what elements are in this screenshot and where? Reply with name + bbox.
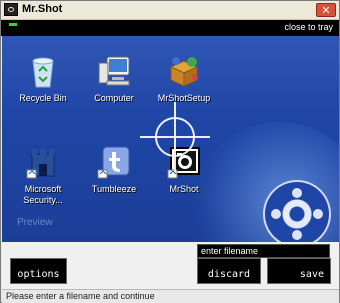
capture-crosshair[interactable] (140, 102, 210, 172)
security-icon (26, 149, 55, 179)
desktop-icon-tumbleeze: Tumbleeze (78, 144, 150, 195)
close-button[interactable]: ✕ (316, 3, 336, 17)
desktop-icon-microsoft-security: Microsoft Security... (7, 144, 79, 206)
mrshot-window: Mr.Shot ✕ close to tray Recycle Bin Comp… (0, 0, 340, 303)
recycle-bin-icon (32, 57, 54, 88)
window-title: Mr.Shot (22, 3, 63, 15)
computer-icon (98, 56, 130, 86)
tumbleeze-icon (97, 146, 130, 179)
desktop-icon-mrshotsetup: MrShotSetup (148, 53, 220, 104)
close-to-tray-link[interactable]: close to tray (284, 22, 333, 32)
app-camera-icon (4, 3, 18, 16)
installer-icon (169, 57, 199, 87)
filename-input[interactable] (197, 244, 330, 258)
screenshot-preview: Recycle Bin Computer MrShotSetup Microso… (2, 36, 339, 242)
title-bar[interactable]: Mr.Shot ✕ (1, 1, 339, 20)
status-led-icon (9, 23, 17, 26)
preview-label: Preview (17, 217, 53, 228)
options-button[interactable]: options (10, 258, 67, 284)
discard-button[interactable]: discard (197, 258, 261, 284)
status-bar: Please enter a filename and continue (2, 289, 339, 303)
save-button[interactable]: save (267, 258, 331, 284)
top-bar: close to tray (1, 20, 339, 36)
desktop-icon-computer: Computer (78, 53, 150, 104)
desktop-icon-recycle-bin: Recycle Bin (7, 53, 79, 104)
film-reel-icon (263, 180, 331, 242)
